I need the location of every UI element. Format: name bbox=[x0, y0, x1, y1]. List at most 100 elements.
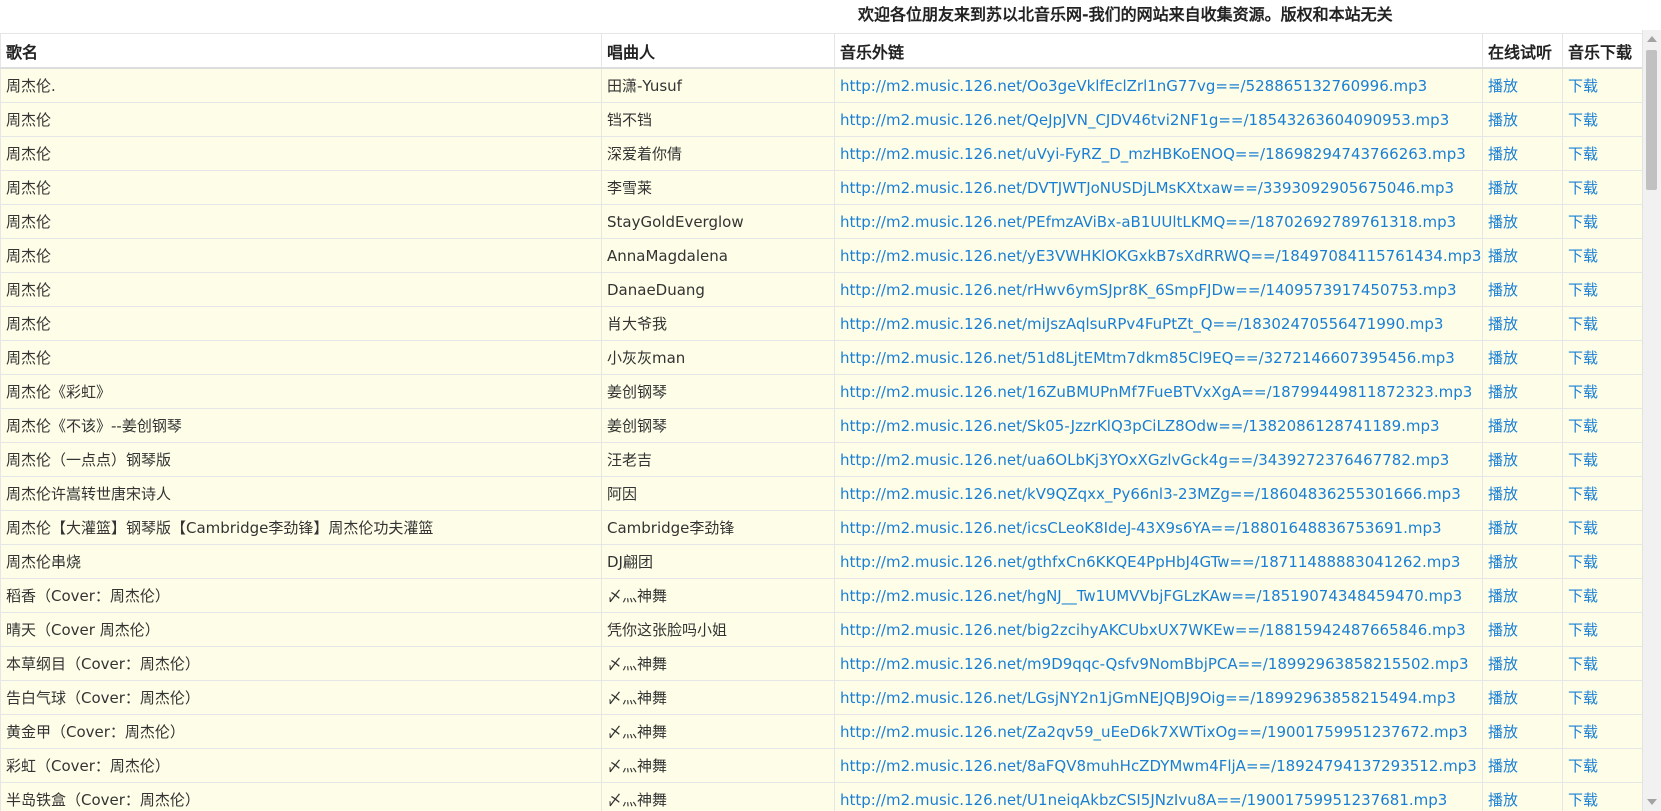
music-link[interactable]: http://m2.music.126.net/miJszAqlsuRPv4Fu… bbox=[840, 315, 1443, 333]
music-link[interactable]: http://m2.music.126.net/PEfmzAViBx-aB1UU… bbox=[840, 213, 1456, 231]
table-row: 周杰伦【大灌篮】钢琴版【Cambridge李劲锋】周杰伦功夫灌篮 Cambridg… bbox=[0, 510, 1643, 545]
play-link-cell: 播放 bbox=[1482, 476, 1563, 511]
music-link-cell: http://m2.music.126.net/yE3VWHKlOKGxkB7s… bbox=[834, 238, 1483, 273]
scroll-up-arrow-icon[interactable] bbox=[1647, 36, 1657, 42]
play-link[interactable]: 播放 bbox=[1488, 519, 1518, 537]
music-link[interactable]: http://m2.music.126.net/LGsjNY2n1jGmNEJQ… bbox=[840, 689, 1456, 707]
play-link[interactable]: 播放 bbox=[1488, 315, 1518, 333]
play-link[interactable]: 播放 bbox=[1488, 791, 1518, 809]
song-cell: 半岛铁盒（Cover：周杰伦） bbox=[0, 782, 602, 811]
play-link[interactable]: 播放 bbox=[1488, 77, 1518, 95]
music-link[interactable]: http://m2.music.126.net/Oo3geVklfEclZrl1… bbox=[840, 77, 1427, 95]
music-link[interactable]: http://m2.music.126.net/yE3VWHKlOKGxkB7s… bbox=[840, 247, 1481, 265]
download-link[interactable]: 下载 bbox=[1568, 553, 1598, 571]
download-link[interactable]: 下载 bbox=[1568, 383, 1598, 401]
music-link[interactable]: http://m2.music.126.net/hgNJ__Tw1UMVVbjF… bbox=[840, 587, 1462, 605]
download-link-cell: 下载 bbox=[1562, 170, 1643, 205]
download-link[interactable]: 下载 bbox=[1568, 723, 1598, 741]
download-link[interactable]: 下载 bbox=[1568, 111, 1598, 129]
download-link-cell: 下载 bbox=[1562, 646, 1643, 681]
music-link[interactable]: http://m2.music.126.net/51d8LjtEMtm7dkm8… bbox=[840, 349, 1455, 367]
download-link-cell: 下载 bbox=[1562, 714, 1643, 749]
play-link[interactable]: 播放 bbox=[1488, 383, 1518, 401]
music-link[interactable]: http://m2.music.126.net/QeJpJVN_CJDV46tv… bbox=[840, 111, 1449, 129]
table-row: 周杰伦 肖大爷我 http://m2.music.126.net/miJszAqls… bbox=[0, 306, 1643, 341]
download-link[interactable]: 下载 bbox=[1568, 791, 1598, 809]
song-cell: 周杰伦 bbox=[0, 136, 602, 171]
play-link[interactable]: 播放 bbox=[1488, 757, 1518, 775]
play-link[interactable]: 播放 bbox=[1488, 485, 1518, 503]
play-link-cell: 播放 bbox=[1482, 306, 1563, 341]
play-link[interactable]: 播放 bbox=[1488, 621, 1518, 639]
music-link[interactable]: http://m2.music.126.net/ua6OLbKj3YOxXGzl… bbox=[840, 451, 1449, 469]
download-link[interactable]: 下载 bbox=[1568, 519, 1598, 537]
play-link[interactable]: 播放 bbox=[1488, 451, 1518, 469]
music-link[interactable]: http://m2.music.126.net/gthfxCn6KKQE4PpH… bbox=[840, 553, 1460, 571]
music-link-cell: http://m2.music.126.net/LGsjNY2n1jGmNEJQ… bbox=[834, 680, 1483, 715]
singer-cell: StayGoldEverglow bbox=[601, 204, 835, 239]
play-link[interactable]: 播放 bbox=[1488, 145, 1518, 163]
play-link[interactable]: 播放 bbox=[1488, 587, 1518, 605]
download-link[interactable]: 下载 bbox=[1568, 587, 1598, 605]
play-link[interactable]: 播放 bbox=[1488, 247, 1518, 265]
download-link[interactable]: 下载 bbox=[1568, 451, 1598, 469]
download-link-cell: 下载 bbox=[1562, 374, 1643, 409]
play-link[interactable]: 播放 bbox=[1488, 553, 1518, 571]
song-cell: 周杰伦 bbox=[0, 238, 602, 273]
download-link[interactable]: 下载 bbox=[1568, 213, 1598, 231]
singer-cell: 〆灬神舞 bbox=[601, 680, 835, 715]
music-link[interactable]: http://m2.music.126.net/rHwv6ymSJpr8K_6S… bbox=[840, 281, 1457, 299]
scroll-down-arrow-icon[interactable] bbox=[1647, 799, 1657, 805]
singer-cell: 〆灬神舞 bbox=[601, 646, 835, 681]
music-link[interactable]: http://m2.music.126.net/icsCLeoK8IdeJ-43… bbox=[840, 519, 1442, 537]
music-link[interactable]: http://m2.music.126.net/kV9QZqxx_Py66nl3… bbox=[840, 485, 1461, 503]
download-link[interactable]: 下载 bbox=[1568, 417, 1598, 435]
play-link[interactable]: 播放 bbox=[1488, 179, 1518, 197]
play-link[interactable]: 播放 bbox=[1488, 417, 1518, 435]
play-link-cell: 播放 bbox=[1482, 782, 1563, 811]
download-link[interactable]: 下载 bbox=[1568, 689, 1598, 707]
download-link[interactable]: 下载 bbox=[1568, 281, 1598, 299]
music-table-container: 歌名 唱曲人 音乐外链 在线试听 音乐下载 周杰伦. 田潇-Yusuf http:/… bbox=[0, 33, 1643, 811]
music-link[interactable]: http://m2.music.126.net/U1neiqAkbzCSI5JN… bbox=[840, 791, 1447, 809]
play-link[interactable]: 播放 bbox=[1488, 349, 1518, 367]
music-link[interactable]: http://m2.music.126.net/Za2qv59_uEeD6k7X… bbox=[840, 723, 1468, 741]
play-link[interactable]: 播放 bbox=[1488, 689, 1518, 707]
download-link-cell: 下载 bbox=[1562, 748, 1643, 783]
music-link[interactable]: http://m2.music.126.net/big2zcihyAKCUbxU… bbox=[840, 621, 1466, 639]
scroll-thumb[interactable] bbox=[1646, 50, 1657, 190]
download-link[interactable]: 下载 bbox=[1568, 77, 1598, 95]
vertical-scrollbar[interactable] bbox=[1642, 30, 1661, 811]
download-link[interactable]: 下载 bbox=[1568, 655, 1598, 673]
music-link[interactable]: http://m2.music.126.net/Sk05-JzzrKlQ3pCi… bbox=[840, 417, 1440, 435]
play-link[interactable]: 播放 bbox=[1488, 655, 1518, 673]
download-link[interactable]: 下载 bbox=[1568, 485, 1598, 503]
download-link[interactable]: 下载 bbox=[1568, 179, 1598, 197]
music-link[interactable]: http://m2.music.126.net/8aFQV8muhHcZDYMw… bbox=[840, 757, 1477, 775]
music-link[interactable]: http://m2.music.126.net/m9D9qqc-Qsfv9Nom… bbox=[840, 655, 1469, 673]
table-row: 本草纲目（Cover：周杰伦） 〆灬神舞 http://m2.music.126.n… bbox=[0, 646, 1643, 681]
download-link[interactable]: 下载 bbox=[1568, 621, 1598, 639]
music-link-cell: http://m2.music.126.net/QeJpJVN_CJDV46tv… bbox=[834, 102, 1483, 137]
play-link-cell: 播放 bbox=[1482, 340, 1563, 375]
download-link-cell: 下载 bbox=[1562, 544, 1643, 579]
download-link[interactable]: 下载 bbox=[1568, 757, 1598, 775]
download-link[interactable]: 下载 bbox=[1568, 349, 1598, 367]
table-row: 周杰伦 StayGoldEverglow http://m2.music.126.n… bbox=[0, 204, 1643, 239]
download-link[interactable]: 下载 bbox=[1568, 247, 1598, 265]
play-link[interactable]: 播放 bbox=[1488, 723, 1518, 741]
play-link[interactable]: 播放 bbox=[1488, 111, 1518, 129]
download-link[interactable]: 下载 bbox=[1568, 145, 1598, 163]
music-link[interactable]: http://m2.music.126.net/16ZuBMUPnMf7FueB… bbox=[840, 383, 1472, 401]
song-cell: 晴天（Cover 周杰伦） bbox=[0, 612, 602, 647]
play-link[interactable]: 播放 bbox=[1488, 281, 1518, 299]
music-link-cell: http://m2.music.126.net/DVTJWTJoNUSDjLMs… bbox=[834, 170, 1483, 205]
music-link[interactable]: http://m2.music.126.net/uVyi-FyRZ_D_mzHB… bbox=[840, 145, 1466, 163]
table-row: 彩虹（Cover：周杰伦） 〆灬神舞 http://m2.music.126.net… bbox=[0, 748, 1643, 783]
play-link-cell: 播放 bbox=[1482, 442, 1563, 477]
singer-cell: AnnaMagdalena bbox=[601, 238, 835, 273]
music-link[interactable]: http://m2.music.126.net/DVTJWTJoNUSDjLMs… bbox=[840, 179, 1454, 197]
download-link[interactable]: 下载 bbox=[1568, 315, 1598, 333]
play-link[interactable]: 播放 bbox=[1488, 213, 1518, 231]
music-link-cell: http://m2.music.126.net/51d8LjtEMtm7dkm8… bbox=[834, 340, 1483, 375]
